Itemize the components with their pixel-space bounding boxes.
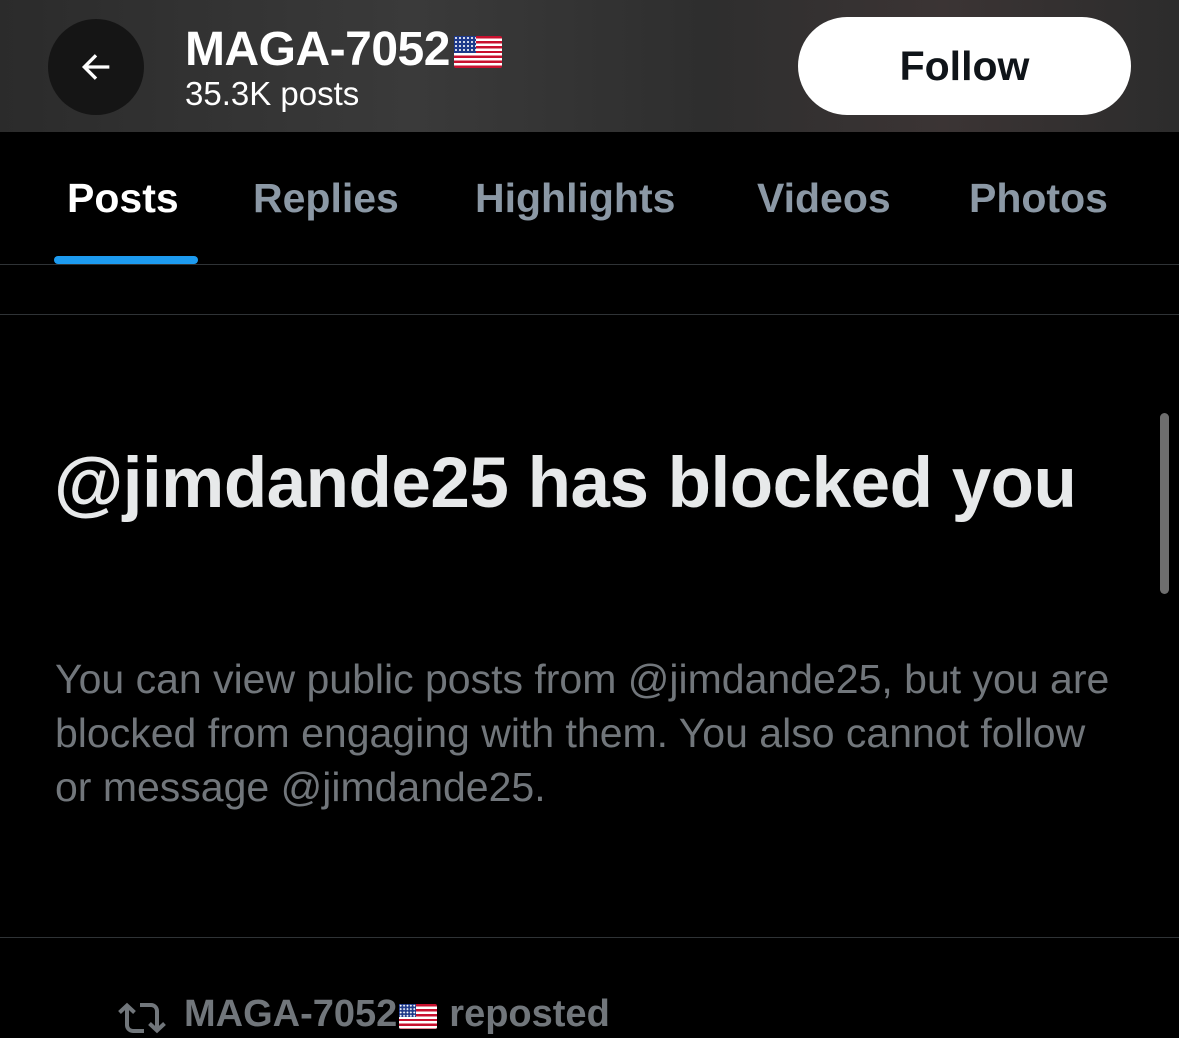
tab-photos[interactable]: Photos bbox=[969, 175, 1108, 222]
repost-suffix: reposted bbox=[449, 993, 610, 1035]
back-button[interactable] bbox=[48, 19, 144, 115]
follow-button[interactable]: Follow bbox=[798, 17, 1131, 115]
blocked-description: You can view public posts from @jimdande… bbox=[55, 656, 1110, 810]
profile-tabs: Posts Replies Highlights Videos Photos bbox=[0, 132, 1179, 265]
active-tab-indicator bbox=[54, 256, 198, 264]
scrollbar[interactable] bbox=[1160, 413, 1169, 594]
divider bbox=[0, 314, 1179, 315]
repost-user[interactable]: MAGA-7052 bbox=[184, 993, 397, 1036]
back-arrow-icon bbox=[81, 54, 110, 80]
us-flag-icon bbox=[399, 1004, 438, 1029]
repost-icon bbox=[118, 1002, 166, 1033]
us-flag-icon bbox=[453, 35, 502, 68]
profile-name: MAGA-7052 bbox=[185, 22, 502, 77]
tab-posts[interactable]: Posts bbox=[67, 175, 179, 222]
repost-context: MAGA-7052 reposted bbox=[118, 993, 610, 1036]
profile-name-text: MAGA-7052 bbox=[185, 23, 450, 76]
divider bbox=[0, 937, 1179, 938]
tab-videos[interactable]: Videos bbox=[757, 175, 891, 222]
profile-header: MAGA-7052 35.3K posts Follow bbox=[0, 0, 1179, 132]
blocked-title: @jimdande25 has blocked you bbox=[54, 444, 1077, 523]
tab-highlights[interactable]: Highlights bbox=[475, 175, 675, 222]
tab-replies[interactable]: Replies bbox=[253, 175, 399, 222]
post-count: 35.3K posts bbox=[185, 75, 360, 112]
